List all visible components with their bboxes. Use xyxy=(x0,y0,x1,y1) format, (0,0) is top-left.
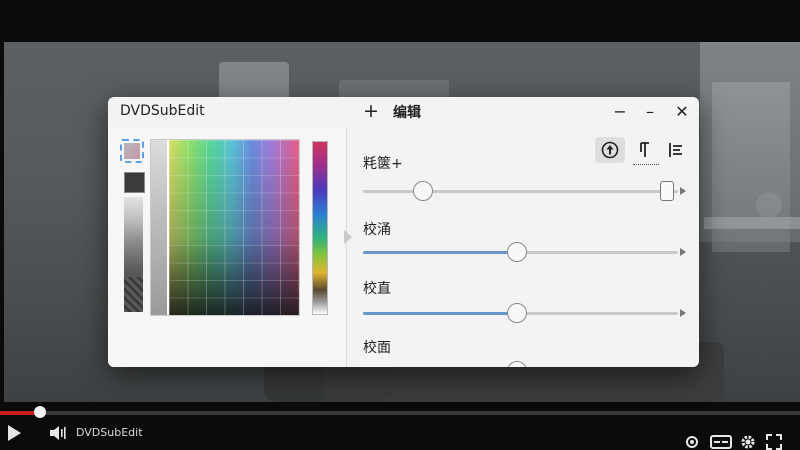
align-left-icon[interactable] xyxy=(661,137,691,163)
slider-arrow-icon xyxy=(680,309,686,317)
player-title: DVDSubEdit xyxy=(76,426,143,439)
color-picker-panel xyxy=(108,127,346,367)
background-shelf xyxy=(704,217,800,229)
slider-label: 校直 xyxy=(363,281,391,297)
palette-grid-lines xyxy=(169,140,299,315)
slider-handle[interactable] xyxy=(507,361,528,367)
slider-handle[interactable] xyxy=(507,303,528,323)
slider-arrow-icon xyxy=(680,248,686,256)
add-button[interactable]: + xyxy=(362,99,380,123)
slider-fill xyxy=(363,312,518,315)
dialog-titlebar[interactable]: DVDSubEdit + 编辑 − – ✕ xyxy=(108,97,699,127)
up-arrow-circle-icon[interactable] xyxy=(595,137,625,163)
background-plant xyxy=(756,192,782,218)
location-icon[interactable] xyxy=(684,434,700,450)
restore-button[interactable]: – xyxy=(639,101,661,123)
dialog-title: DVDSubEdit xyxy=(120,103,205,119)
transparency-swatch[interactable] xyxy=(124,277,143,312)
slider-handle[interactable] xyxy=(507,242,528,262)
slider-label: 校面 xyxy=(363,340,391,356)
hue-slider[interactable] xyxy=(312,141,328,315)
edit-menu[interactable]: 编辑 xyxy=(393,102,421,122)
slider-fill xyxy=(363,251,518,254)
text-direction-icon[interactable] xyxy=(629,137,659,163)
adjustment-panel: 粍箧+ 校涌校直校面 xyxy=(347,127,699,367)
slider-track[interactable] xyxy=(363,190,678,193)
play-icon[interactable] xyxy=(8,425,21,441)
slider-arrow-icon xyxy=(680,187,686,195)
toolbar-toggle-group xyxy=(595,137,695,165)
seek-bar-handle[interactable] xyxy=(34,406,46,418)
slider-end-marker[interactable] xyxy=(660,181,674,201)
palette-gray-column[interactable] xyxy=(151,140,167,315)
slider-label: 粍箧+ xyxy=(363,156,403,172)
minimize-button[interactable]: − xyxy=(609,101,631,123)
slider-label: 校涌 xyxy=(363,222,391,238)
color-palette[interactable] xyxy=(150,139,300,316)
volume-icon[interactable] xyxy=(50,426,66,440)
subtitles-icon[interactable] xyxy=(710,434,732,450)
slider-handle[interactable] xyxy=(412,181,433,201)
gear-icon[interactable] xyxy=(740,434,756,450)
toggle-underline xyxy=(633,164,659,165)
seek-bar[interactable] xyxy=(0,406,800,418)
foreground-color-swatch[interactable] xyxy=(120,139,144,163)
close-button[interactable]: ✕ xyxy=(671,101,693,123)
fullscreen-icon[interactable] xyxy=(766,434,782,450)
editor-dialog: DVDSubEdit + 编辑 − – ✕ 粍箧+ 校涌 校直 校面 xyxy=(108,97,699,367)
background-color-swatch[interactable] xyxy=(124,172,145,193)
